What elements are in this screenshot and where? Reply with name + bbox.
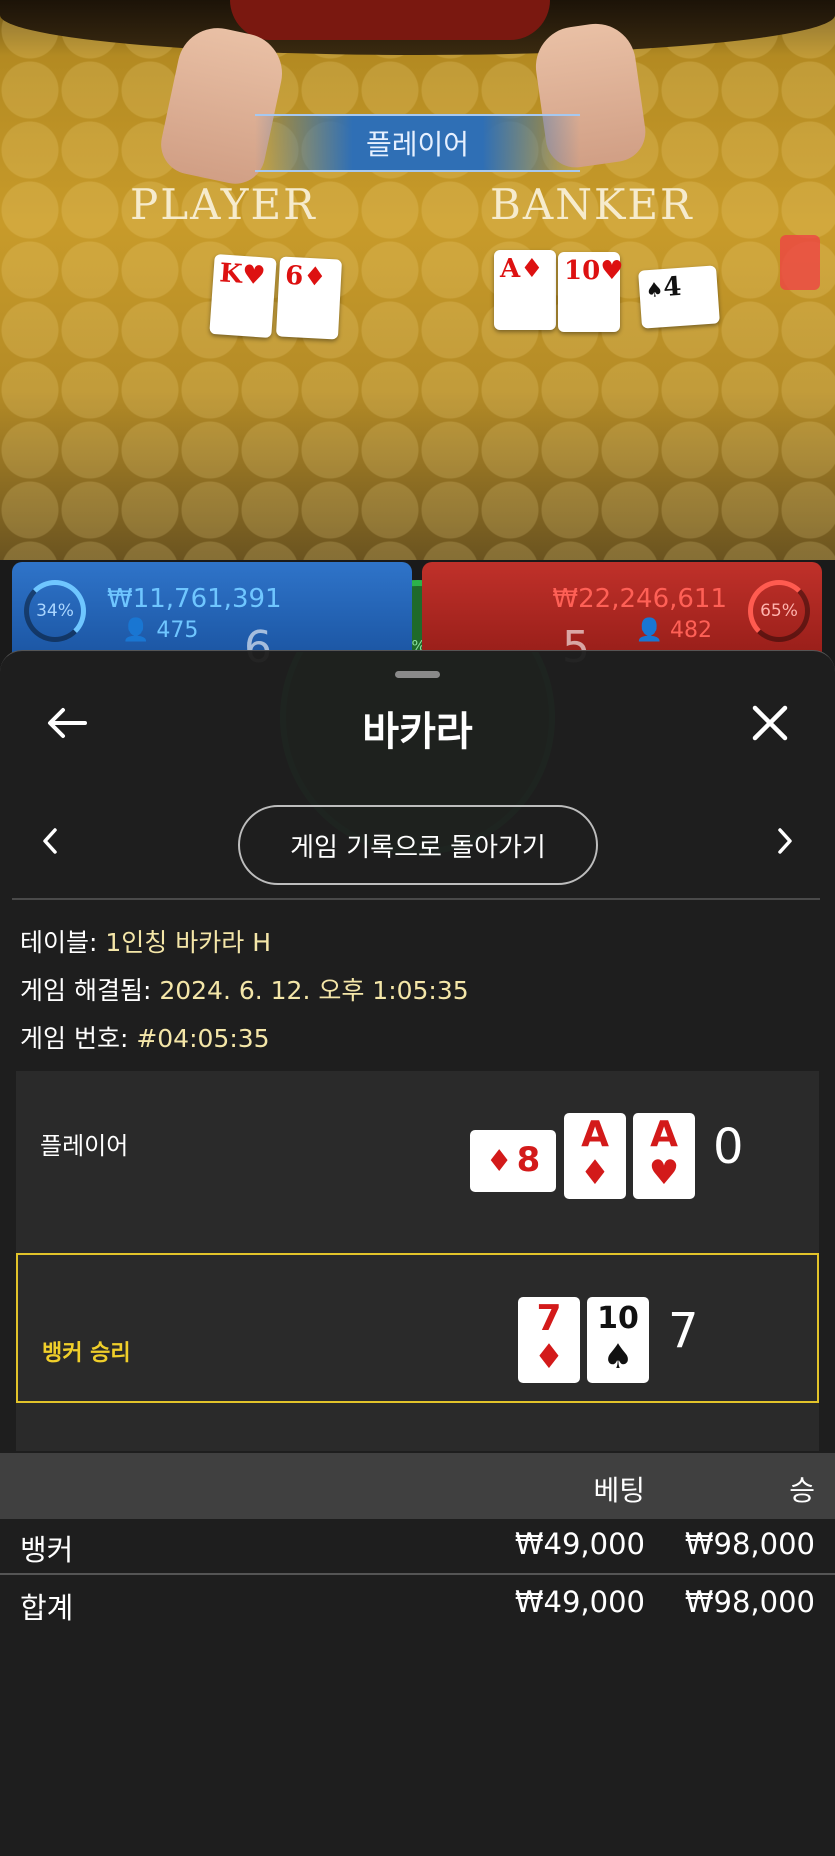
bet-name: 뱅커 — [20, 1533, 74, 1567]
total-win-amount: ₩98,000 — [684, 1585, 815, 1619]
banker-result-row: 뱅커 승리 7 ♦ 10 ♠ 7 — [16, 1253, 819, 1403]
player-card: A ♥ — [633, 1113, 695, 1199]
bet-table-header: 베팅 승 — [0, 1453, 835, 1519]
sheet-title: 바카라 — [362, 709, 473, 755]
player-total-bet: ₩11,761,391 — [107, 584, 282, 614]
felt-player-card: 6♦ — [275, 256, 343, 340]
table-row: 뱅커 ₩49,000 ₩98,000 — [0, 1519, 835, 1575]
player-result-label: 플레이어 — [40, 1132, 129, 1160]
banker-total-bet: ₩22,246,611 — [552, 584, 727, 614]
bet-column-header: 베팅 — [593, 1474, 645, 1507]
back-to-history-button[interactable]: 게임 기록으로 돌아가기 — [238, 805, 598, 885]
felt-banker-title: BANKER — [490, 180, 694, 229]
banker-stat-panel: 65% ₩22,246,611 👤 482 5 — [422, 562, 822, 673]
game-detail-sheet: 바카라 게임 기록으로 돌아가기 테이블: 1인칭 바카라 H 게임 해결됨: … — [0, 650, 835, 1856]
player-stat-panel: 34% ₩11,761,391 👤 475 6 — [12, 562, 412, 673]
player-percentage-ring: 34% — [24, 580, 86, 642]
win-amount: ₩98,000 — [684, 1527, 815, 1561]
total-label: 합계 — [20, 1591, 74, 1625]
felt-player-title: PLAYER — [130, 180, 317, 229]
next-game-button[interactable] — [765, 821, 805, 861]
card-shoe — [780, 235, 820, 290]
resolved-time-info: 게임 해결됨: 2024. 6. 12. 오후 1:05:35 — [20, 971, 469, 1007]
player-card: A ♦ — [564, 1113, 626, 1199]
close-icon — [752, 705, 788, 741]
player-result-row: 플레이어 ♦ 8 A ♦ A ♥ 0 — [16, 1071, 819, 1221]
player-card: ♦ 8 — [470, 1130, 556, 1192]
banker-win-label: 뱅커 승리 — [42, 1341, 131, 1366]
table-info: 테이블: 1인칭 바카라 H — [20, 923, 271, 959]
table-row-total: 합계 ₩49,000 ₩98,000 — [0, 1577, 835, 1633]
felt-player-card: K♥ — [209, 253, 277, 339]
result-banner: 플레이어 — [255, 114, 580, 172]
banker-card: 7 ♦ — [518, 1297, 580, 1383]
player-bettor-count: 👤 475 — [122, 618, 199, 643]
dealer-dress — [230, 0, 550, 40]
resolved-time-value: 2024. 6. 12. 오후 1:05:35 — [159, 976, 469, 1005]
win-column-header: 승 — [789, 1474, 815, 1507]
felt-banker-card: ♠4 — [638, 265, 720, 329]
round-id-info: 게임 번호: #04:05:35 — [20, 1019, 270, 1055]
banker-card: 10 ♠ — [587, 1297, 649, 1383]
round-id-label: 게임 번호: — [20, 1024, 129, 1053]
table-label: 테이블: — [20, 928, 98, 957]
drag-handle[interactable] — [395, 671, 440, 678]
bet-amount: ₩49,000 — [514, 1527, 645, 1561]
divider — [12, 898, 820, 900]
felt-banker-card: 10♥ — [558, 252, 624, 332]
banker-percentage-ring: 65% — [748, 580, 810, 642]
banker-bettor-count: 👤 482 — [635, 618, 712, 643]
round-id-value: #04:05:35 — [136, 1024, 270, 1053]
chevron-left-icon — [43, 828, 57, 854]
felt-banker-card: A♦ — [494, 250, 556, 330]
table-value: 1인칭 바카라 H — [105, 928, 271, 957]
resolved-time-label: 게임 해결됨: — [20, 976, 152, 1005]
chevron-right-icon — [778, 828, 792, 854]
round-result: 플레이어 ♦ 8 A ♦ A ♥ 0 뱅커 승리 7 ♦ 10 ♠ 7 — [16, 1071, 819, 1451]
previous-game-button[interactable] — [30, 821, 70, 861]
close-button[interactable] — [743, 696, 797, 750]
player-final-score: 0 — [713, 1119, 744, 1175]
total-bet-amount: ₩49,000 — [514, 1585, 645, 1619]
banker-final-score: 7 — [668, 1303, 699, 1359]
